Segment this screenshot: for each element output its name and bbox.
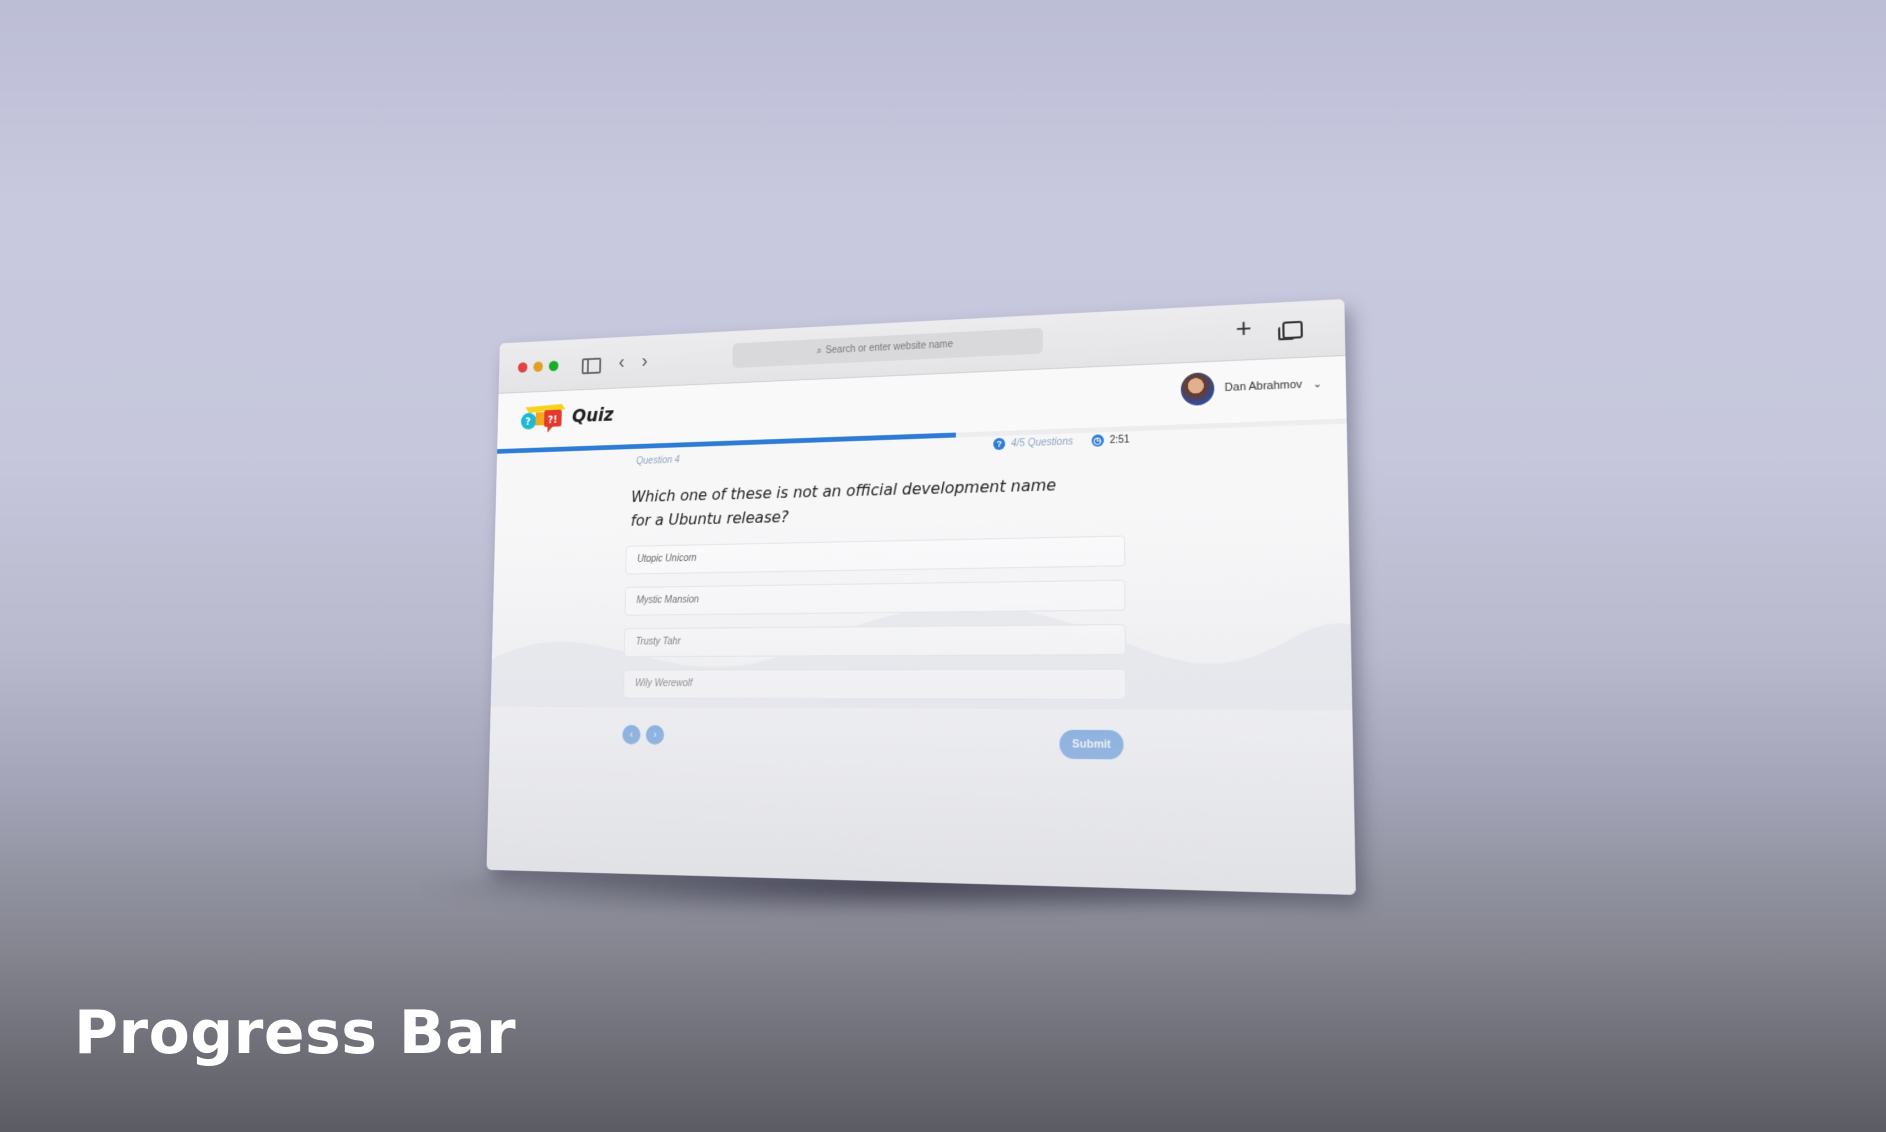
zoom-dot-icon[interactable] bbox=[548, 360, 559, 372]
chevron-down-icon[interactable]: ⌄ bbox=[1313, 378, 1322, 390]
mockup-stage: ‹ › ⌕ Search or enter website name + ? ?!… bbox=[0, 0, 1886, 1132]
svg-text:?!: ?! bbox=[548, 413, 558, 426]
svg-text:?: ? bbox=[525, 415, 531, 427]
answer-options: Utopic Unicorn Mystic Mansion Trusty Tah… bbox=[623, 535, 1127, 714]
previous-question-button[interactable]: ‹ bbox=[622, 724, 641, 745]
questions-count: 4/5 Questions bbox=[1011, 435, 1074, 450]
back-icon[interactable]: ‹ bbox=[618, 350, 624, 375]
page-caption: Progress Bar bbox=[74, 998, 517, 1068]
app-logo-text: Quiz bbox=[571, 404, 614, 427]
address-placeholder: Search or enter website name bbox=[825, 339, 954, 357]
submit-button[interactable]: Submit bbox=[1059, 729, 1124, 760]
question-number-label: Question 4 bbox=[636, 454, 680, 467]
address-bar[interactable]: ⌕ Search or enter website name bbox=[732, 327, 1043, 369]
question-navigation: ‹ › bbox=[622, 724, 670, 745]
timer-value: 2:51 bbox=[1109, 433, 1130, 446]
question-count-icon: ? bbox=[993, 437, 1006, 451]
minimize-dot-icon[interactable] bbox=[533, 361, 543, 372]
new-tab-plus-icon[interactable]: + bbox=[1235, 312, 1251, 343]
user-name[interactable]: Dan Abrahmov bbox=[1225, 379, 1303, 395]
search-icon: ⌕ bbox=[816, 345, 822, 357]
tabs-overview-icon[interactable] bbox=[1282, 320, 1303, 340]
timer-clock-icon: ◷ bbox=[1091, 434, 1104, 447]
answer-option[interactable]: Mystic Mansion bbox=[624, 579, 1126, 616]
answer-option[interactable]: Utopic Unicorn bbox=[625, 535, 1126, 575]
user-menu[interactable]: Dan Abrahmov ⌄ bbox=[1178, 365, 1322, 409]
answer-option[interactable]: Trusty Tahr bbox=[623, 624, 1127, 658]
avatar[interactable] bbox=[1178, 369, 1217, 409]
close-dot-icon[interactable] bbox=[517, 362, 528, 373]
forward-icon[interactable]: › bbox=[641, 349, 647, 374]
next-question-button[interactable]: › bbox=[645, 725, 665, 745]
quiz-logo-icon: ? ?! bbox=[520, 403, 566, 433]
sidebar-icon[interactable] bbox=[581, 357, 602, 375]
browser-window: ‹ › ⌕ Search or enter website name + ? ?!… bbox=[486, 299, 1356, 895]
answer-option[interactable]: Wily Werewolf bbox=[623, 668, 1127, 700]
question-text: Which one of these is not an official de… bbox=[630, 475, 1057, 530]
quiz-meta: ? 4/5 Questions ◷ 2:51 bbox=[993, 433, 1130, 451]
